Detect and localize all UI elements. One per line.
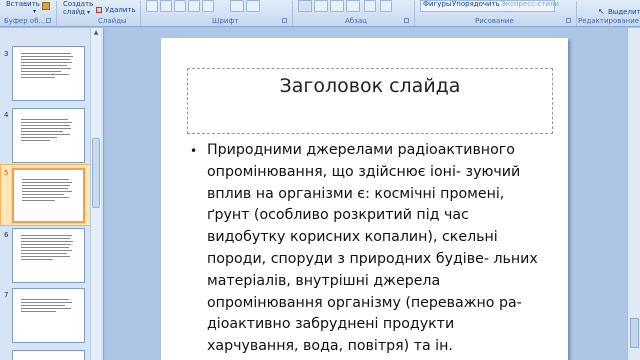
quick-styles-button[interactable]: Экспресс-стили — [501, 0, 559, 8]
ribbon: Вставить ▾ Буфер об... Создать слайд ▾ У… — [0, 0, 640, 27]
select-arrow-icon: ↖ — [598, 7, 605, 16]
paragraph-dialog-launcher-icon[interactable] — [404, 18, 409, 23]
slide-editing-area: Заголовок слайда • Природними джерелами … — [105, 28, 627, 360]
italic-button[interactable] — [160, 0, 172, 12]
font-group-label: Шрифт — [212, 17, 239, 25]
shadow-button[interactable] — [202, 0, 214, 12]
slide-thumbnail[interactable] — [12, 108, 85, 163]
thumbnail-number: 3 — [4, 50, 9, 58]
clipboard-group-label: Буфер об... — [4, 17, 46, 25]
paste-dropdown-icon[interactable]: ▾ — [33, 8, 36, 15]
slide-thumbnail[interactable] — [12, 350, 85, 360]
thumbnails-scrollbar[interactable]: ▲ — [90, 28, 101, 360]
group-separator — [414, 1, 415, 26]
shapes-button[interactable]: Фигуры — [423, 0, 451, 8]
slide-body-text: Природними джерелами радіоактивного опро… — [207, 142, 538, 355]
paste-button[interactable]: Вставить — [6, 0, 40, 8]
slide-title: Заголовок слайда — [279, 75, 461, 97]
bullet-icon: • — [190, 144, 198, 158]
slide-thumbnail-selected[interactable] — [12, 168, 85, 223]
char-spacing-button[interactable] — [246, 0, 260, 12]
group-separator — [576, 1, 577, 26]
line-spacing-button[interactable] — [380, 0, 392, 12]
slide-thumbnail[interactable] — [12, 228, 85, 283]
new-slide-button[interactable]: Создать — [63, 0, 93, 8]
group-separator — [292, 1, 293, 26]
drawing-dialog-launcher-icon[interactable] — [566, 18, 571, 23]
slide-thumbnail[interactable] — [12, 288, 85, 343]
thumbnail-number: 4 — [4, 111, 9, 119]
slide-thumbnail[interactable] — [12, 46, 85, 101]
underline-button[interactable] — [174, 0, 186, 12]
slide-thumbnails-pane: 3 4 5 6 7 — [0, 28, 104, 360]
arrange-button[interactable]: Упорядочить — [452, 0, 500, 8]
new-slide-dropdown-icon[interactable]: ▾ — [87, 9, 90, 16]
editing-group-label: Редактирование — [578, 17, 640, 25]
scrollbar-thumb[interactable] — [630, 318, 639, 348]
delete-slide-icon — [96, 7, 102, 13]
columns-button[interactable] — [364, 0, 376, 12]
group-separator — [56, 1, 57, 26]
justify-button[interactable] — [346, 0, 360, 12]
thumbnail-number: 5 — [4, 169, 9, 177]
bold-button[interactable] — [146, 0, 158, 12]
drawing-group-label: Рисование — [475, 17, 514, 25]
thumbnail-number: 7 — [4, 291, 9, 299]
slide-scrollbar[interactable] — [627, 28, 640, 360]
scrollbar-thumb[interactable] — [92, 138, 100, 208]
align-center-button[interactable] — [314, 0, 328, 12]
slide[interactable]: Заголовок слайда • Природними джерелами … — [161, 38, 568, 360]
font-dialog-launcher-icon[interactable] — [282, 18, 287, 23]
scroll-up-icon[interactable]: ▲ — [92, 29, 100, 37]
font-color-button[interactable] — [230, 0, 244, 12]
content-placeholder[interactable]: • Природними джерелами радіоактивного оп… — [190, 140, 550, 354]
slides-group-label: Слайды — [98, 17, 127, 25]
align-right-button[interactable] — [330, 0, 344, 12]
align-left-button[interactable] — [298, 0, 312, 12]
delete-slide-button[interactable]: Удалить — [105, 6, 136, 14]
title-placeholder[interactable]: Заголовок слайда — [187, 68, 553, 134]
group-separator — [140, 1, 141, 26]
select-button[interactable]: Выделить — [608, 8, 640, 16]
thumbnail-number: 6 — [4, 231, 9, 239]
clipboard-dialog-launcher-icon[interactable] — [46, 18, 51, 23]
strikethrough-button[interactable] — [188, 0, 200, 12]
format-painter-icon[interactable] — [42, 2, 50, 10]
new-slide-button-line2[interactable]: слайд — [63, 8, 85, 16]
paragraph-group-label: Абзац — [345, 17, 367, 25]
